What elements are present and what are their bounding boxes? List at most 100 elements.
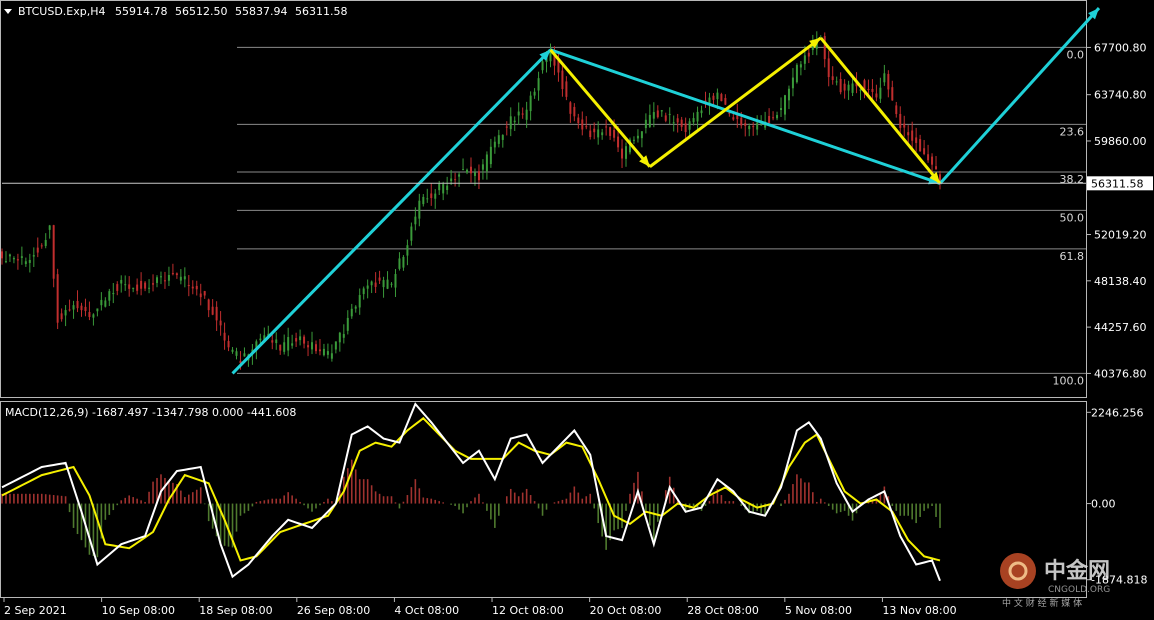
candle-body (100, 299, 103, 306)
candle-body (295, 338, 298, 342)
candle-body (36, 247, 39, 253)
collapse-arrow-icon[interactable] (4, 9, 12, 14)
candle-body (831, 76, 834, 81)
candle-body (159, 276, 162, 278)
candle-body (851, 83, 854, 93)
candle-body (398, 258, 401, 269)
fib-level-label: 23.6 (1060, 125, 1085, 138)
watermark-subtitle: 中 文 财 经 新 媒 体 (1002, 597, 1082, 609)
time-tick-label: 12 Oct 08:00 (492, 604, 564, 617)
trend-arrow-line[interactable] (938, 7, 1101, 185)
trend-arrows[interactable] (231, 7, 1101, 375)
candle-body (183, 276, 186, 280)
candle-body (275, 339, 278, 344)
candle-body (12, 258, 15, 260)
candle-body (609, 127, 612, 136)
candle-body (223, 332, 226, 341)
candle-body (795, 64, 798, 83)
symbol-header: BTCUSD.Exp,H4 55914.78 56512.50 55837.94… (18, 5, 348, 18)
candle-body (4, 261, 7, 263)
candle-body (303, 336, 306, 344)
candle-body (581, 119, 584, 130)
candle-body (338, 332, 341, 343)
candle-body (541, 61, 544, 71)
candle-body (219, 320, 222, 326)
candle-body (859, 89, 862, 91)
candle-body (931, 156, 934, 165)
candle-body (243, 353, 246, 357)
candle-body (776, 115, 779, 119)
candle-body (64, 310, 67, 316)
candle-body (120, 279, 123, 284)
macd-main-line (1, 402, 941, 582)
candle-body (835, 81, 838, 83)
candle-body (48, 225, 51, 230)
candle-body (342, 334, 345, 338)
candle-body (20, 256, 23, 258)
candle-body (231, 349, 234, 352)
candle-body (780, 108, 783, 110)
price-tick-label: 63740.80 (1094, 89, 1147, 102)
candle-body (124, 284, 127, 286)
candle-body (44, 240, 47, 246)
candle-body (163, 280, 166, 282)
macd-indicator (1, 402, 941, 582)
fibonacci-levels[interactable]: 0.0 23.6 38.2 50.0 61.8 100.0 (237, 46, 1086, 387)
candle-body (867, 88, 870, 90)
trend-arrow-line[interactable] (231, 48, 552, 375)
candle-body (287, 337, 290, 351)
candle-body (462, 169, 465, 171)
price-tick-label: 40376.80 (1094, 367, 1147, 380)
watermark: 中金网 CNGOLD.ORG 中 文 财 经 新 媒 体 (1000, 553, 1110, 609)
candle-body (883, 73, 886, 83)
candle-body (529, 95, 532, 112)
candle-body (187, 284, 190, 287)
candle-body (144, 282, 147, 289)
candle-body (879, 87, 882, 99)
candle-body (56, 274, 59, 323)
candle-body (32, 255, 35, 257)
candle-body (402, 256, 405, 268)
ohlc-close: 56311.58 (295, 5, 348, 18)
candle-body (565, 81, 568, 97)
candle-body (768, 115, 771, 123)
candle-body (438, 183, 441, 191)
candle-body (354, 306, 357, 309)
candle-body (907, 132, 910, 136)
macd-panel-border (0, 401, 1087, 598)
candle-body (314, 344, 317, 352)
candle-body (935, 166, 938, 170)
candle-body (227, 341, 230, 348)
candle-body (537, 78, 540, 91)
trend-arrow-line[interactable] (648, 36, 822, 168)
time-axis: 2 Sep 2021 10 Sep 08:00 18 Sep 08:00 26 Sep… (3, 597, 957, 617)
fib-level-label: 50.0 (1060, 211, 1085, 224)
trading-chart[interactable]: BTCUSD.Exp,H4 55914.78 56512.50 55837.94… (0, 0, 1154, 620)
candle-body (652, 112, 655, 119)
price-panel[interactable]: BTCUSD.Exp,H4 55914.78 56512.50 55837.94… (0, 0, 1154, 398)
candle-body (732, 117, 735, 120)
candle-body (148, 287, 151, 289)
candle-body (414, 216, 417, 225)
candle-body (330, 353, 333, 359)
candle-body (72, 305, 75, 310)
candle-body (891, 87, 894, 101)
candle-body (104, 300, 107, 307)
candle-body (195, 285, 198, 290)
candle-body (875, 93, 878, 98)
macd-panel[interactable]: MACD(12,26,9) -1687.497 -1347.798 0.000 … (0, 401, 1148, 598)
candle-body (84, 306, 87, 312)
candle-body (374, 282, 377, 287)
candle-body (334, 341, 337, 350)
candle-body (291, 343, 294, 346)
candle-body (370, 281, 373, 286)
candle-body (386, 279, 389, 289)
price-panel-border (0, 0, 1087, 398)
symbol-title: BTCUSD.Exp,H4 (18, 5, 106, 18)
fib-level-label: 0.0 (1067, 48, 1085, 61)
candle-body (656, 110, 659, 118)
candle-body (211, 306, 214, 315)
candle-body (326, 351, 329, 355)
candle-body (899, 113, 902, 128)
candle-body (911, 130, 914, 141)
